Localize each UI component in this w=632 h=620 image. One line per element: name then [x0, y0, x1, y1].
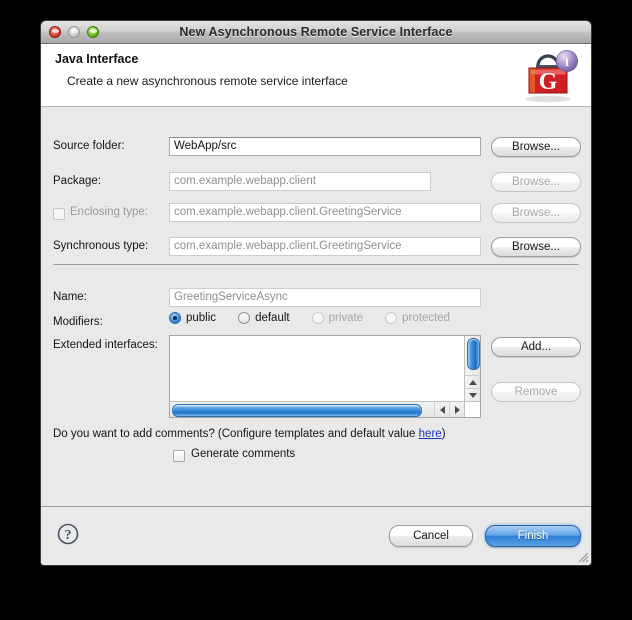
modifier-radio-default[interactable]: default	[238, 312, 290, 324]
cancel-button[interactable]: Cancel	[389, 525, 473, 547]
modifier-label-public: public	[186, 312, 216, 324]
remove-interface-button: Remove	[491, 382, 581, 402]
scroll-up-arrow-icon[interactable]	[465, 375, 480, 389]
svg-text:?: ?	[65, 528, 72, 543]
svg-text:G: G	[539, 69, 558, 95]
dialog-footer: ? Cancel Finish	[41, 506, 591, 565]
scrollbar-corner	[464, 401, 480, 417]
synchronous-type-label: Synchronous type:	[53, 240, 148, 252]
package-input[interactable]: com.example.webapp.client	[169, 172, 431, 191]
enclosing-type-input[interactable]: com.example.webapp.client.GreetingServic…	[169, 203, 481, 222]
gwt-toolbox-icon: G I	[517, 48, 579, 104]
window-titlebar[interactable]: New Asynchronous Remote Service Interfac…	[41, 21, 591, 44]
section-separator	[53, 264, 579, 265]
enclosing-type-checkbox[interactable]	[53, 208, 65, 220]
vertical-scrollbar[interactable]	[464, 336, 480, 402]
package-browse-button: Browse...	[491, 172, 581, 192]
horizontal-scrollbar-thumb[interactable]	[172, 404, 422, 417]
window-controls	[49, 26, 99, 38]
comments-question-text-before: Do you want to add comments? (Configure …	[53, 428, 419, 440]
resize-grip-icon[interactable]	[576, 550, 589, 563]
modifiers-radio-group: public default private protected	[169, 312, 472, 324]
scroll-left-arrow-icon[interactable]	[434, 402, 450, 417]
extended-interfaces-list[interactable]	[169, 335, 481, 418]
extended-interfaces-label: Extended interfaces:	[53, 339, 158, 351]
add-interface-button[interactable]: Add...	[491, 337, 581, 357]
scroll-down-arrow-icon[interactable]	[465, 388, 480, 402]
synchronous-type-input[interactable]: com.example.webapp.client.GreetingServic…	[169, 237, 481, 256]
wizard-header: Java Interface Create a new asynchronous…	[41, 44, 591, 107]
vertical-scrollbar-thumb[interactable]	[467, 338, 480, 370]
modifier-radio-protected: protected	[385, 312, 450, 324]
source-folder-browse-button[interactable]: Browse...	[491, 137, 581, 157]
package-label: Package:	[53, 175, 101, 187]
close-button[interactable]	[49, 26, 61, 38]
minimize-button[interactable]	[68, 26, 80, 38]
help-icon[interactable]: ?	[57, 523, 79, 545]
wizard-content: Source folder: WebApp/src Browse... Pack…	[41, 107, 591, 507]
enclosing-type-browse-button: Browse...	[491, 203, 581, 223]
comments-question: Do you want to add comments? (Configure …	[53, 428, 446, 440]
dialog-window: New Asynchronous Remote Service Interfac…	[40, 20, 592, 566]
extended-interfaces-list-area[interactable]	[170, 336, 465, 402]
source-folder-label: Source folder:	[53, 140, 125, 152]
page-title: Java Interface	[55, 52, 591, 66]
horizontal-scrollbar[interactable]	[170, 401, 465, 417]
modifier-label-default: default	[255, 312, 290, 324]
modifiers-label: Modifiers:	[53, 316, 103, 328]
modifier-radio-private: private	[312, 312, 364, 324]
enclosing-type-label: Enclosing type:	[70, 206, 148, 218]
modifier-label-protected: protected	[402, 312, 450, 324]
radio-dot-default	[238, 312, 250, 324]
scroll-right-arrow-icon[interactable]	[449, 402, 465, 417]
source-folder-input[interactable]: WebApp/src	[169, 137, 481, 156]
modifier-radio-public[interactable]: public	[169, 312, 216, 324]
desktop-background: New Asynchronous Remote Service Interfac…	[0, 0, 632, 620]
radio-dot-private	[312, 312, 324, 324]
svg-text:I: I	[565, 55, 570, 69]
modifier-label-private: private	[329, 312, 364, 324]
radio-dot-public	[169, 312, 181, 324]
name-label: Name:	[53, 291, 87, 303]
radio-dot-protected	[385, 312, 397, 324]
comments-question-text-after: )	[442, 428, 446, 440]
finish-button[interactable]: Finish	[485, 525, 581, 547]
page-subtitle: Create a new asynchronous remote service…	[67, 74, 591, 88]
window-title: New Asynchronous Remote Service Interfac…	[41, 25, 591, 39]
configure-templates-link[interactable]: here	[419, 428, 442, 440]
generate-comments-label: Generate comments	[191, 448, 295, 460]
name-input[interactable]: GreetingServiceAsync	[169, 288, 481, 307]
zoom-button[interactable]	[87, 26, 99, 38]
synchronous-type-browse-button[interactable]: Browse...	[491, 237, 581, 257]
generate-comments-checkbox[interactable]	[173, 450, 185, 462]
